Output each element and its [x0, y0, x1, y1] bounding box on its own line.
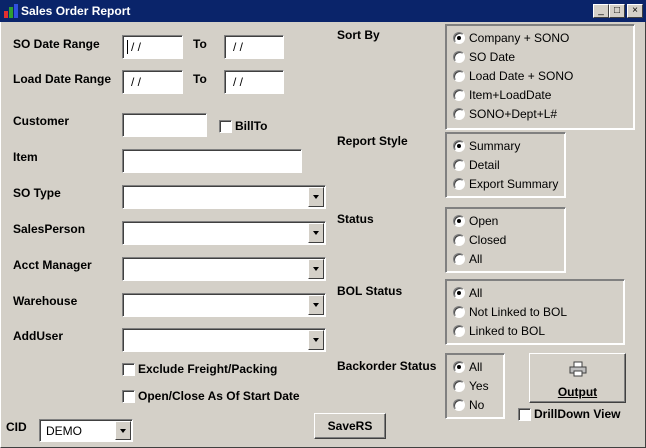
load-date-to-input[interactable]: / / — [224, 70, 284, 94]
radio-unselected[interactable] — [453, 306, 465, 318]
radio-unselected[interactable] — [453, 234, 465, 246]
exclude-freight-checkbox-box[interactable] — [122, 363, 135, 376]
radio-unselected[interactable] — [453, 108, 465, 120]
chevron-down-icon[interactable] — [308, 295, 324, 315]
so-type-label: SO Type — [13, 186, 61, 200]
maximize-button[interactable]: □ — [609, 4, 625, 18]
bol-status-group: All Not Linked to BOL Linked to BOL — [445, 279, 625, 345]
sort-by-label: Sort By — [337, 28, 380, 42]
close-button[interactable]: × — [627, 4, 643, 18]
so-date-range-label: SO Date Range — [13, 37, 100, 51]
chevron-down-icon[interactable] — [115, 421, 131, 440]
acct-manager-label: Acct Manager — [13, 258, 92, 272]
chevron-down-icon[interactable] — [308, 187, 324, 207]
chevron-down-icon[interactable] — [308, 259, 324, 279]
radio-unselected[interactable] — [453, 325, 465, 337]
window-title: Sales Order Report — [21, 4, 131, 18]
radio-unselected[interactable] — [453, 89, 465, 101]
radio-unselected[interactable] — [453, 178, 465, 190]
load-date-to-label: To — [193, 72, 207, 86]
acct-manager-dropdown[interactable] — [122, 257, 326, 281]
title-bar: Sales Order Report _ □ × — [0, 0, 646, 22]
backorder-status-label: Backorder Status — [337, 359, 437, 373]
customer-input[interactable] — [122, 113, 207, 137]
status-label: Status — [337, 212, 374, 226]
so-date-to-label: To — [193, 37, 207, 51]
warehouse-label: Warehouse — [13, 294, 78, 308]
radio-selected[interactable] — [453, 215, 465, 227]
radio-selected[interactable] — [453, 140, 465, 152]
radio-selected[interactable] — [453, 32, 465, 44]
backorder-status-group: All Yes No — [445, 353, 505, 419]
load-date-range-label: Load Date Range — [13, 72, 112, 86]
report-style-label: Report Style — [337, 134, 408, 148]
radio-selected[interactable] — [453, 361, 465, 373]
billto-checkbox-box[interactable] — [219, 120, 232, 133]
radio-unselected[interactable] — [453, 70, 465, 82]
drilldown-view-label: DrillDown View — [534, 407, 621, 421]
minimize-button[interactable]: _ — [593, 4, 609, 18]
chevron-down-icon[interactable] — [308, 330, 324, 350]
salesperson-label: SalesPerson — [13, 222, 86, 236]
adduser-label: AddUser — [13, 329, 64, 343]
radio-unselected[interactable] — [453, 51, 465, 63]
sort-by-group: Company + SONO SO Date Load Date + SONO … — [445, 24, 635, 130]
cid-dropdown[interactable]: DEMO — [39, 419, 133, 442]
report-style-group: Summary Detail Export Summary — [445, 132, 566, 198]
output-label: Output — [557, 385, 598, 399]
app-icon — [4, 4, 18, 18]
status-group: Open Closed All — [445, 207, 566, 273]
radio-selected[interactable] — [453, 287, 465, 299]
chevron-down-icon[interactable] — [308, 223, 324, 243]
load-date-from-input[interactable]: / / — [122, 70, 183, 94]
radio-unselected[interactable] — [453, 253, 465, 265]
output-button[interactable]: Output — [529, 353, 626, 403]
salesperson-dropdown[interactable] — [122, 221, 326, 245]
printer-icon — [569, 361, 587, 377]
so-date-from-input[interactable]: / / — [122, 35, 183, 59]
so-type-dropdown[interactable] — [122, 185, 326, 209]
billto-label: BillTo — [235, 119, 268, 133]
open-close-checkbox-box[interactable] — [122, 390, 135, 403]
item-label: Item — [13, 150, 38, 164]
customer-label: Customer — [13, 114, 70, 128]
exclude-freight-label: Exclude Freight/Packing — [138, 362, 278, 376]
item-input[interactable] — [122, 149, 302, 173]
radio-unselected[interactable] — [453, 380, 465, 392]
radio-unselected[interactable] — [453, 159, 465, 171]
warehouse-dropdown[interactable] — [122, 293, 326, 317]
drilldown-view-checkbox-box[interactable] — [518, 408, 531, 421]
open-close-label: Open/Close As Of Start Date — [138, 389, 300, 403]
cid-label: CID — [6, 420, 27, 434]
radio-unselected[interactable] — [453, 399, 465, 411]
savers-button[interactable]: SaveRS — [314, 413, 386, 439]
adduser-dropdown[interactable] — [122, 328, 326, 352]
so-date-to-input[interactable]: / / — [224, 35, 284, 59]
bol-status-label: BOL Status — [337, 284, 403, 298]
text-cursor — [127, 40, 128, 54]
